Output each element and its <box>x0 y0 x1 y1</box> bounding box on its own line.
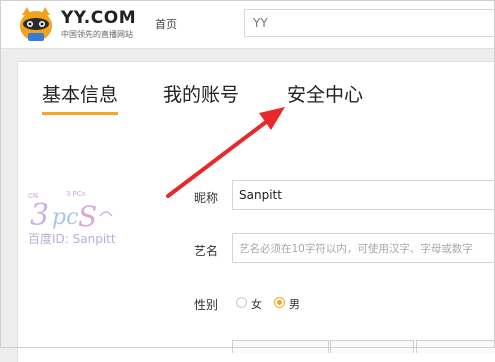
stage-name-input[interactable] <box>232 233 495 263</box>
gender-female-label[interactable]: 女 <box>251 296 262 312</box>
tab-my-account[interactable]: 我的账号 <box>163 80 239 107</box>
svg-text:3 PCs: 3 PCs <box>66 190 86 198</box>
tab-basic-info[interactable]: 基本信息 <box>42 80 119 115</box>
nav-home-link[interactable]: 首页 <box>155 16 177 32</box>
birthday-year-select[interactable] <box>232 340 329 353</box>
tab-security-center[interactable]: 安全中心 <box>287 80 363 107</box>
nickname-label: 昵称 <box>194 191 219 205</box>
gender-label: 性别 <box>194 298 219 312</box>
top-header: YY.COM 中国领先的直播网站 首页 <box>0 0 495 49</box>
gender-male-label[interactable]: 男 <box>289 296 300 312</box>
gender-male-radio[interactable] <box>274 297 285 308</box>
gender-female-radio[interactable] <box>236 297 247 308</box>
nickname-input[interactable] <box>232 180 495 210</box>
birthday-day-select[interactable] <box>416 340 495 353</box>
svg-text:S: S <box>78 200 97 233</box>
svg-text:pc: pc <box>52 205 78 230</box>
svg-text:3: 3 <box>30 198 49 233</box>
watermark-text: 百度ID: Sanpitt <box>28 232 116 246</box>
search-input[interactable] <box>244 9 495 37</box>
stage-name-label: 艺名 <box>194 244 219 258</box>
yy-raccoon-logo-icon[interactable] <box>18 5 54 43</box>
logo-text[interactable]: YY.COM <box>61 8 136 28</box>
birthday-month-select[interactable] <box>330 340 414 353</box>
logo-subtitle: 中国领先的直播网站 <box>61 30 133 39</box>
